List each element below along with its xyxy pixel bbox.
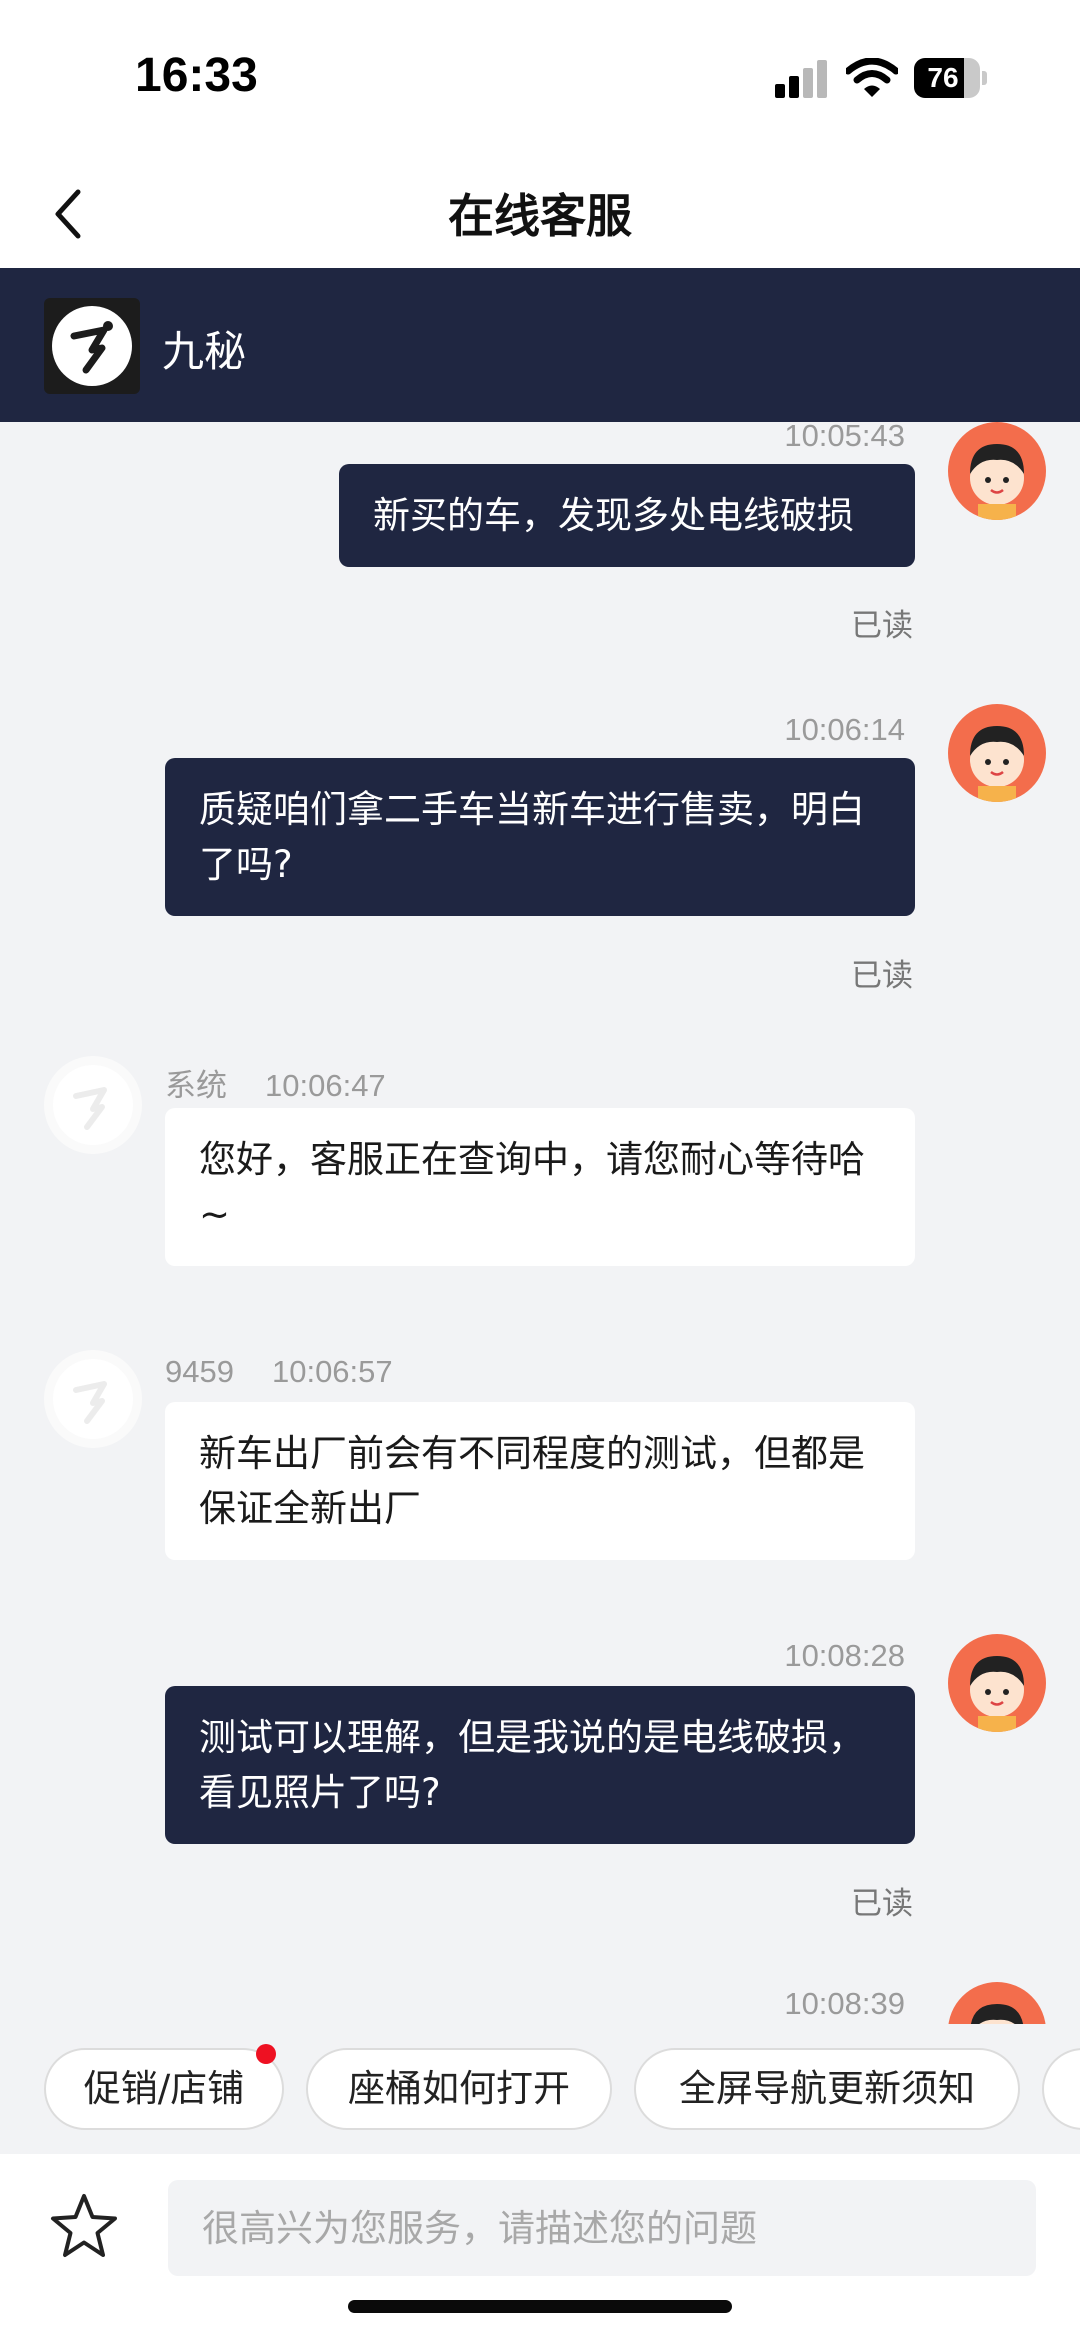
message-time: 10:08:28 [784, 1638, 905, 1673]
user-message-bubble: 新买的车，发现多处电线破损 [339, 464, 915, 567]
quick-reply-label: 促销/店铺 [83, 2067, 245, 2110]
agent-name: 九秘 [162, 327, 247, 376]
battery-level: 76 [927, 62, 959, 93]
notification-dot [256, 2044, 276, 2064]
message-time: 10:06:14 [784, 712, 905, 747]
user-message-bubble: 测试可以理解，但是我说的是电线破损，看见照片了吗? [165, 1686, 915, 1844]
home-indicator [348, 2300, 732, 2313]
message-input[interactable] [168, 2180, 1036, 2276]
agent-avatar [44, 1056, 142, 1154]
scooter-logo-icon [52, 306, 132, 386]
cellular-signal-icon [775, 60, 827, 98]
quick-reply-navigation-update[interactable]: 全屏导航更新须知 [634, 2048, 1020, 2130]
message-meta: 9459 10:06:57 [165, 1354, 393, 1390]
user-avatar [948, 1634, 1046, 1732]
wifi-icon [846, 58, 898, 97]
message-time: 10:05:43 [784, 422, 905, 453]
message-time: 10:08:39 [784, 1986, 905, 2021]
chat-message-list[interactable]: 10:05:43 新买的车，发现多处电线破损 已读 10:06:14 质疑咱们拿… [0, 422, 1080, 2024]
agent-logo [44, 298, 140, 394]
quick-reply-label: 座桶如何打开 [348, 2067, 570, 2110]
message-meta: 系统 10:06:47 [165, 1060, 386, 1105]
sender-name: 9459 [165, 1354, 234, 1389]
message-time: 10:06:47 [265, 1068, 386, 1103]
quick-reply-promotions[interactable]: 促销/店铺 [44, 2044, 284, 2130]
agent-header: 九秘 [0, 268, 1080, 422]
user-avatar [948, 1982, 1046, 2024]
status-time: 16:33 [135, 49, 258, 102]
quick-reply-label: 全屏导航更新须知 [679, 2067, 975, 2110]
status-bar: 16:33 76 [0, 0, 1080, 160]
sender-name: 系统 [165, 1068, 227, 1103]
quick-reply-bar[interactable]: 促销/店铺 座桶如何打开 全屏导航更新须知 [0, 2024, 1080, 2154]
read-receipt: 已读 [851, 608, 913, 644]
agent-message-bubble: 新车出厂前会有不同程度的测试，但都是保证全新出厂 [165, 1402, 915, 1560]
star-rating-icon[interactable] [48, 2190, 120, 2262]
nav-bar: 在线客服 [0, 160, 1080, 268]
user-avatar [948, 704, 1046, 802]
battery-icon: 76 [914, 58, 988, 98]
quick-reply-seat-bucket[interactable]: 座桶如何打开 [306, 2048, 612, 2130]
read-receipt: 已读 [851, 958, 913, 994]
quick-reply-more[interactable] [1042, 2048, 1080, 2130]
read-receipt: 已读 [851, 1886, 913, 1922]
user-avatar [948, 422, 1046, 520]
page-title: 在线客服 [448, 189, 632, 243]
message-time: 10:06:57 [271, 1354, 393, 1389]
agent-message-bubble: 您好，客服正在查询中，请您耐心等待哈~ [165, 1108, 915, 1266]
user-message-bubble: 质疑咱们拿二手车当新车进行售卖，明白了吗? [165, 758, 915, 916]
agent-avatar [44, 1350, 142, 1448]
